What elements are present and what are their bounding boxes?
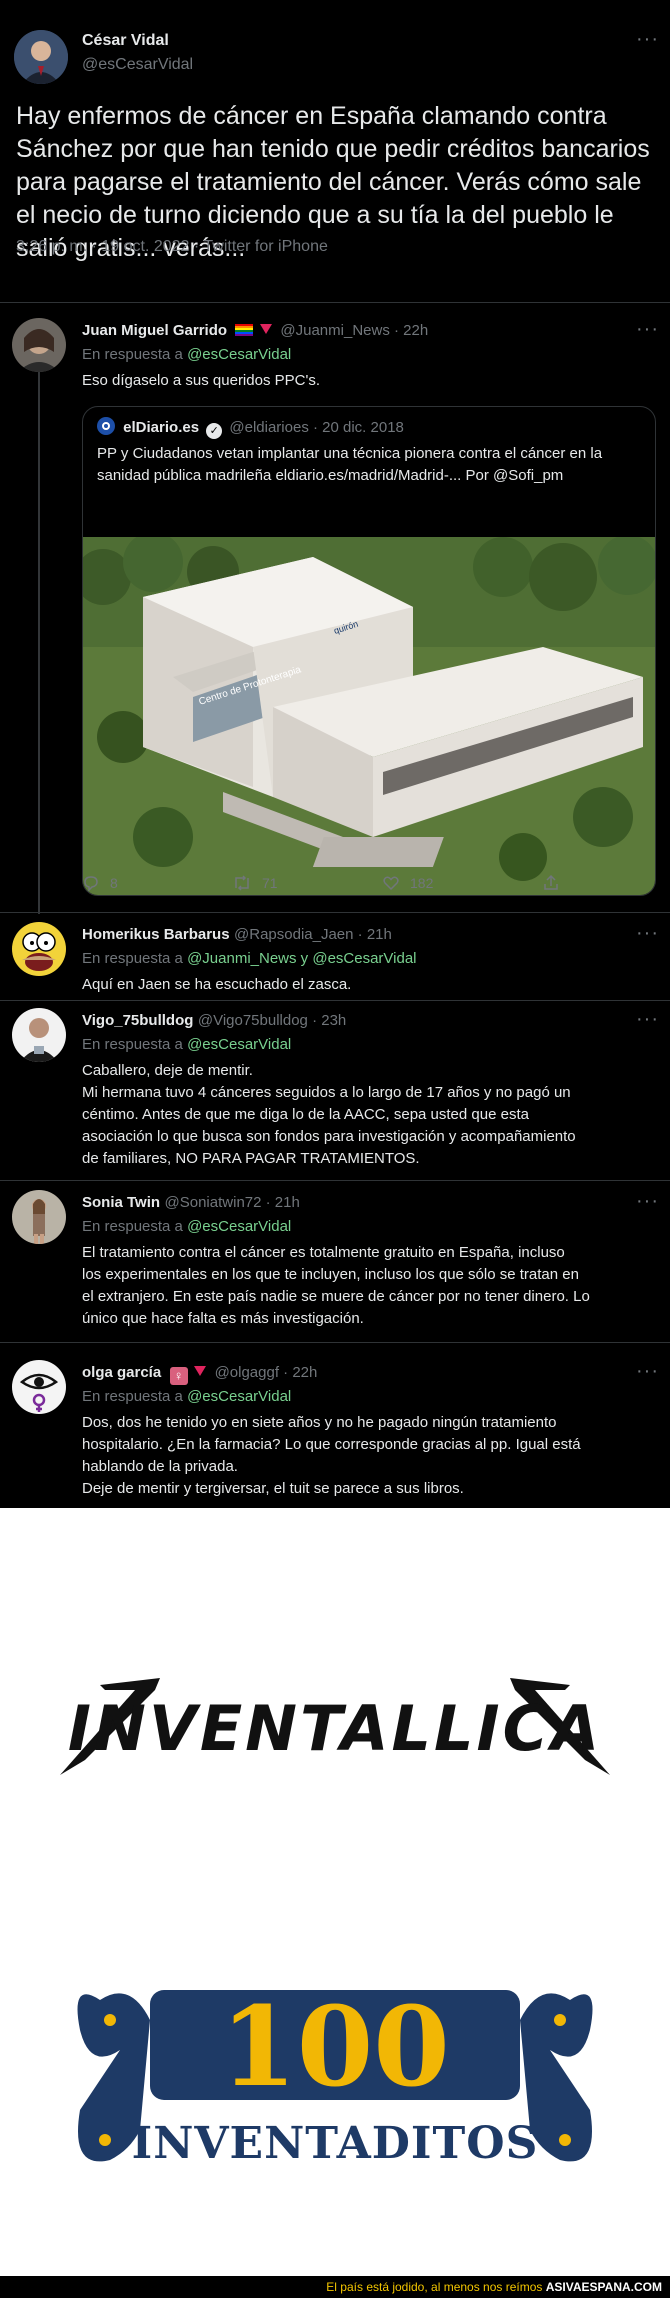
replying-prefix: En respuesta a bbox=[82, 346, 183, 363]
reply-text: Dos, dos he tenido yo en siete años y no… bbox=[82, 1412, 662, 1500]
replying-to: En respuesta a @esCesarVidal bbox=[82, 1388, 291, 1405]
reply-line: hospitalario. ¿En la farmacia? Lo que co… bbox=[82, 1436, 581, 1453]
divider bbox=[0, 1180, 670, 1181]
red-triangle-icon bbox=[194, 1366, 207, 1376]
quoted-author-name: elDiario.es bbox=[123, 419, 200, 436]
quoted-author-handle: @eldiarioes · 20 dic. 2018 bbox=[229, 419, 404, 436]
author-name[interactable]: César Vidal bbox=[82, 32, 169, 50]
reply-line: asociación lo que busca son fondos para … bbox=[82, 1128, 576, 1145]
female-sign-icon: ♀ bbox=[169, 1367, 188, 1385]
author-handle[interactable]: @Vigo75bulldog · 23h bbox=[198, 1012, 346, 1029]
footer-site-link[interactable]: ASIVAESPANA.COM bbox=[546, 2280, 662, 2294]
reply-line: Dos, dos he tenido yo en siete años y no… bbox=[82, 1414, 557, 1431]
reply-text: El tratamiento contra el cáncer es total… bbox=[82, 1242, 662, 1330]
tweet-timestamp[interactable]: 3:26 p. m. · 19 oct. 2022 · Twitter for … bbox=[16, 238, 328, 256]
reply-icon bbox=[84, 876, 98, 892]
replying-to: En respuesta a @esCesarVidal bbox=[82, 1218, 291, 1235]
replying-to: En respuesta a @Juanmi_News y @esCesarVi… bbox=[82, 950, 417, 967]
author-handle[interactable]: @olgaggf · 22h bbox=[215, 1364, 318, 1381]
avatar[interactable] bbox=[12, 1008, 66, 1062]
replying-prefix: En respuesta a bbox=[82, 950, 183, 967]
replying-to: En respuesta a @esCesarVidal bbox=[82, 346, 291, 363]
more-options-icon[interactable]: ··· bbox=[636, 28, 659, 51]
author-name[interactable]: olga garcía bbox=[82, 1364, 161, 1381]
avatar[interactable] bbox=[14, 30, 68, 84]
thread-line bbox=[38, 370, 40, 914]
reply-line: los experimentales en los que te incluye… bbox=[82, 1266, 579, 1283]
heart-icon bbox=[383, 876, 399, 891]
author-handle[interactable]: @Juanmi_News · 22h bbox=[280, 322, 428, 339]
divider bbox=[0, 1000, 670, 1001]
retweet-count: 71 bbox=[262, 875, 278, 891]
building-image: Centro de Protonterapia quirón bbox=[83, 537, 655, 895]
footer-tagline: El país está jodido, al menos nos reímos bbox=[326, 2280, 543, 2294]
reply-count: 8 bbox=[110, 875, 118, 891]
author-name[interactable]: Vigo_75bulldog bbox=[82, 1012, 193, 1029]
more-options-icon[interactable]: ··· bbox=[636, 1190, 659, 1213]
author-name[interactable]: Sonia Twin bbox=[82, 1194, 160, 1211]
red-triangle-icon bbox=[259, 324, 272, 334]
share-button[interactable] bbox=[542, 874, 560, 892]
reply-text: Aquí en Jaen se ha escuchado el zasca. bbox=[82, 976, 352, 993]
reply-line: Deje de mentir y tergiversar, el tuit se… bbox=[82, 1480, 464, 1497]
mention-link[interactable]: @esCesarVidal bbox=[187, 346, 291, 363]
replying-to: En respuesta a @esCesarVidal bbox=[82, 1036, 291, 1053]
inventallica-logo: INVENTALLICA bbox=[60, 1678, 610, 1775]
site-footer: El país está jodido, al menos nos reímos… bbox=[0, 2276, 670, 2298]
logo-word: INVENTADITOS bbox=[132, 2118, 539, 2169]
replying-prefix: En respuesta a bbox=[82, 1388, 183, 1405]
avatar[interactable] bbox=[12, 1360, 66, 1414]
reply-line: de familiares, NO PARA PAGAR TRATAMIENTO… bbox=[82, 1150, 420, 1167]
reply-button[interactable]: 8 bbox=[82, 874, 118, 892]
inventaditos-logo: 100 INVENTADITOS bbox=[77, 1982, 593, 2169]
retweet-button[interactable]: 71 bbox=[232, 874, 278, 892]
replying-prefix: En respuesta a bbox=[82, 1218, 183, 1235]
reply-text: Caballero, deje de mentir. Mi hermana tu… bbox=[82, 1060, 662, 1170]
divider bbox=[0, 302, 670, 303]
like-button[interactable]: 182 bbox=[382, 874, 433, 892]
divider bbox=[0, 1342, 670, 1343]
more-options-icon[interactable]: ··· bbox=[636, 1360, 659, 1383]
author-handle[interactable]: @Rapsodia_Jaen · 21h bbox=[234, 926, 392, 943]
mention-link[interactable]: @esCesarVidal bbox=[187, 1218, 291, 1235]
reply-line: Mi hermana tuvo 4 cánceres seguidos a lo… bbox=[82, 1084, 571, 1101]
more-options-icon[interactable]: ··· bbox=[636, 318, 659, 341]
more-options-icon[interactable]: ··· bbox=[636, 922, 659, 945]
verified-badge-icon: ✓ bbox=[206, 423, 223, 439]
like-count: 182 bbox=[410, 875, 434, 891]
quoted-text: PP y Ciudadanos vetan implantar una técn… bbox=[97, 445, 603, 484]
mention-link[interactable]: @esCesarVidal bbox=[187, 1036, 291, 1053]
more-options-icon[interactable]: ··· bbox=[636, 1008, 659, 1031]
avatar[interactable] bbox=[12, 318, 66, 372]
logo-wordmark: INVENTALLICA bbox=[68, 1692, 602, 1765]
rainbow-flag-icon bbox=[235, 324, 254, 336]
author-name[interactable]: Homerikus Barbarus bbox=[82, 926, 230, 943]
divider bbox=[0, 912, 670, 913]
author-name[interactable]: Juan Miguel Garrido bbox=[82, 322, 227, 339]
reply-line: Caballero, deje de mentir. bbox=[82, 1062, 253, 1079]
avatar[interactable] bbox=[12, 1190, 66, 1244]
eldiario-logo-icon bbox=[97, 417, 115, 435]
author-handle[interactable]: @esCesarVidal bbox=[82, 56, 193, 74]
reply-line: El tratamiento contra el cáncer es total… bbox=[82, 1244, 565, 1261]
mention-link[interactable]: @Juanmi_News y @esCesarVidal bbox=[187, 950, 416, 967]
logo-number: 100 bbox=[220, 1982, 450, 2111]
reply-line: único que hace falta es más investigació… bbox=[82, 1310, 364, 1327]
avatar[interactable] bbox=[12, 922, 66, 976]
reply-line: el extranjero. En este país nadie se mue… bbox=[82, 1288, 590, 1305]
mention-link[interactable]: @esCesarVidal bbox=[187, 1388, 291, 1405]
reply-line: hablando de la privada. bbox=[82, 1458, 238, 1475]
replying-prefix: En respuesta a bbox=[82, 1036, 183, 1053]
reply-text: Eso dígaselo a sus queridos PPC's. bbox=[82, 372, 320, 389]
retweet-icon bbox=[235, 875, 249, 891]
quoted-tweet[interactable]: elDiario.es ✓ @eldiarioes · 20 dic. 2018… bbox=[82, 406, 656, 896]
share-icon bbox=[544, 874, 558, 890]
reply-line: céntimo. Antes de que me diga lo de la A… bbox=[82, 1106, 529, 1123]
tweet-actions: 8 71 182 bbox=[82, 874, 582, 898]
author-handle[interactable]: @Soniatwin72 · 21h bbox=[165, 1194, 300, 1211]
